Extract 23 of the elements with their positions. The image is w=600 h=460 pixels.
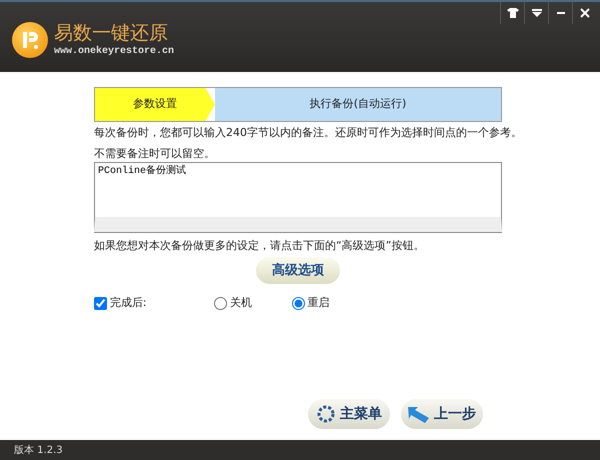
advanced-hint-text: 如果您想对本次备份做更多的设定，请点击下面的“高级选项”按钮。: [94, 238, 426, 254]
arrow-icon: [408, 405, 430, 423]
shirt-icon: [506, 8, 518, 18]
radio-label: 关机: [230, 294, 252, 311]
instruction-text: 每次备份时，您都可以输入240字节以内的备注。还原时可作为选择时间点的一个参考。: [94, 124, 523, 141]
checkbox-label: 完成后:: [110, 294, 146, 311]
close-icon: [580, 8, 590, 18]
main-menu-button[interactable]: 主菜单: [308, 399, 390, 429]
circular-arrows-icon: [316, 404, 336, 424]
hint-text: 不需要备注时可以留空。: [94, 146, 216, 162]
radio-button[interactable]: [292, 296, 305, 310]
radio-button[interactable]: [214, 296, 227, 310]
minimize-icon: [556, 12, 564, 14]
app-logo-icon: [12, 22, 48, 58]
app-title: 易数一键还原: [54, 22, 169, 44]
radio-label: 重启: [308, 294, 330, 311]
back-button[interactable]: 上一步: [401, 399, 483, 429]
website-url: www.onekeyrestore.cn: [54, 44, 174, 59]
dropdown-icon: [532, 9, 542, 17]
note-field[interactable]: PConline备份测试: [94, 162, 502, 232]
advanced-options-button[interactable]: 高级选项: [256, 256, 340, 284]
version-label: 版本 1.2.3: [0, 440, 600, 460]
after-checkbox[interactable]: [94, 296, 107, 310]
